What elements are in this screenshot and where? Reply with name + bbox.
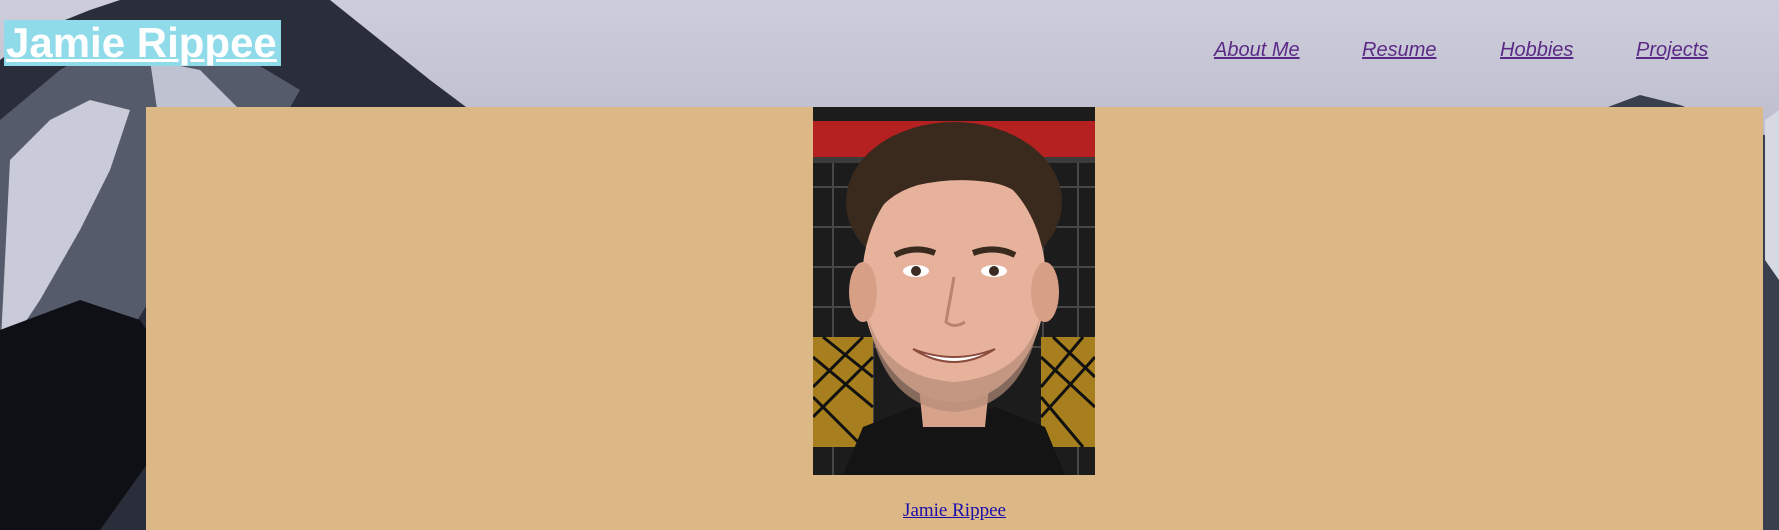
nav-about-me-link[interactable]: About Me xyxy=(1214,38,1300,62)
nav-resume-link[interactable]: Resume xyxy=(1362,38,1436,62)
main-content: Jamie Rippee xyxy=(146,107,1763,530)
profile-photo xyxy=(813,107,1095,475)
nav-hobbies-link[interactable]: Hobbies xyxy=(1500,38,1573,62)
main-nav: About Me Resume Hobbies Projects xyxy=(0,38,1779,64)
nav-projects-link[interactable]: Projects xyxy=(1636,38,1708,62)
caption-link[interactable]: Jamie Rippee xyxy=(146,499,1763,523)
